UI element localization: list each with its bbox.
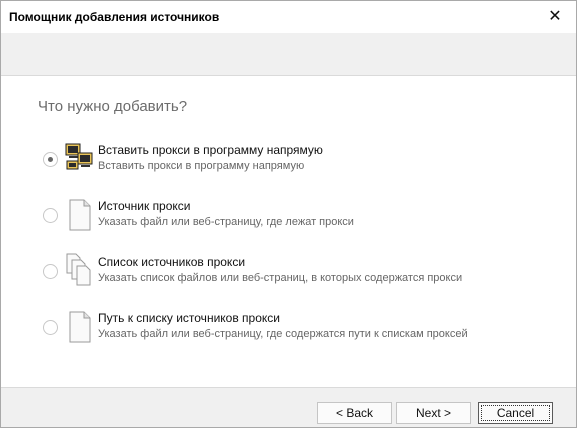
back-button[interactable]: < Back bbox=[317, 402, 392, 424]
radio-direct-insert[interactable] bbox=[43, 152, 58, 167]
next-button[interactable]: Next > bbox=[396, 402, 471, 424]
close-icon[interactable]: ✕ bbox=[544, 6, 566, 28]
option-proxy-source[interactable]: Источник прокси Указать файл или веб-стр… bbox=[43, 199, 543, 243]
option-description: Указать файл или веб-страницу, где содер… bbox=[98, 328, 468, 340]
radio-proxy-source[interactable] bbox=[43, 208, 58, 223]
network-computers-icon bbox=[65, 143, 93, 170]
option-description: Вставить прокси в программу напрямую bbox=[98, 160, 305, 172]
option-title: Путь к списку источников прокси bbox=[98, 311, 280, 325]
option-source-list-path[interactable]: Путь к списку источников прокси Указать … bbox=[43, 311, 543, 355]
title-bar: Помощник добавления источников ✕ bbox=[1, 1, 576, 33]
option-title: Вставить прокси в программу напрямую bbox=[98, 143, 323, 157]
document-icon bbox=[69, 311, 91, 343]
wizard-window: Помощник добавления источников ✕ Что нуж… bbox=[0, 0, 577, 428]
header-band bbox=[1, 33, 576, 76]
option-description: Указать список файлов или веб-страниц, в… bbox=[98, 272, 463, 284]
option-source-list[interactable]: Список источников прокси Указать список … bbox=[43, 253, 543, 299]
button-bar: < Back Next > Cancel bbox=[1, 387, 576, 427]
window-title: Помощник добавления источников bbox=[9, 10, 220, 24]
option-title: Источник прокси bbox=[98, 199, 191, 213]
option-title: Список источников прокси bbox=[98, 255, 246, 269]
option-direct-insert[interactable]: Вставить прокси в программу напрямую Вст… bbox=[43, 143, 543, 187]
documents-icon bbox=[66, 253, 91, 286]
radio-source-list[interactable] bbox=[43, 264, 58, 279]
radio-source-list-path[interactable] bbox=[43, 320, 58, 335]
option-description: Указать файл или веб-страницу, где лежат… bbox=[98, 216, 354, 228]
question-heading: Что нужно добавить? bbox=[38, 98, 188, 115]
cancel-button[interactable]: Cancel bbox=[478, 402, 553, 424]
document-icon bbox=[69, 199, 91, 231]
